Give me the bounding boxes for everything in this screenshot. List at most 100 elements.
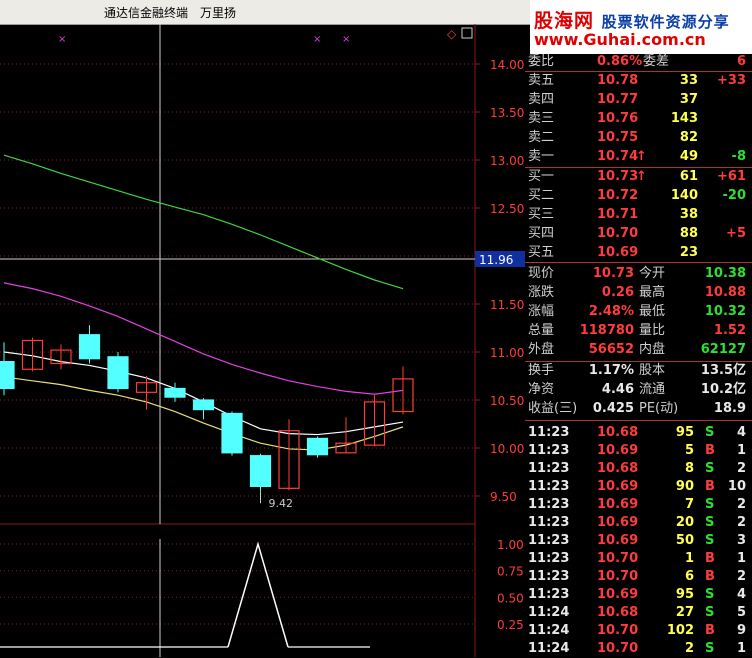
buy-row: 买五 10.69 23 — [525, 244, 752, 262]
tick-time: 11:24 — [528, 641, 570, 656]
tick-price: 10.69 — [597, 443, 639, 458]
tick-row: 11:24 10.68 27 S 5 — [525, 604, 752, 622]
tick-count: 2 — [736, 515, 746, 530]
signal-marker: × — [313, 34, 321, 45]
stat-value: 10.88 — [704, 285, 746, 300]
fund-label: 收益(三) — [528, 401, 578, 416]
tick-price: 10.69 — [597, 533, 639, 548]
sell-price: 10.77 — [597, 92, 639, 107]
tick-count: 4 — [736, 425, 746, 440]
stat-label: 内盘 — [639, 342, 666, 357]
tick-count: 1 — [736, 641, 746, 656]
tick-row: 11:23 10.69 90 B 10 — [525, 478, 752, 496]
quote-separator — [525, 262, 752, 263]
buy-row: 买三 10.71 38 — [525, 206, 752, 224]
fund-value: 13.5亿 — [700, 363, 746, 378]
tick-price: 10.69 — [597, 479, 639, 494]
tick-volume: 2 — [684, 641, 694, 656]
tick-side: S — [705, 641, 715, 656]
tick-price: 10.69 — [597, 515, 639, 530]
sell-price: 10.75 — [597, 130, 639, 145]
ma-line-magenta — [3, 282, 404, 395]
tick-volume: 90 — [675, 479, 694, 494]
indicator-tick-label: 1.00 — [497, 538, 524, 552]
fund-row: 净资 4.46 流通 10.2亿 — [525, 381, 752, 399]
candle-body — [164, 387, 186, 398]
tick-price: 10.70 — [597, 641, 639, 656]
indicator-tick-label: 0.50 — [497, 591, 524, 605]
indicator-peak-line — [227, 541, 289, 648]
tick-row: 11:23 10.68 8 S 2 — [525, 460, 752, 478]
price-tick-label: 9.50 — [490, 490, 517, 504]
sell-price: 10.76 — [597, 111, 639, 126]
buy-price: 10.71 — [597, 207, 639, 222]
tick-price: 10.69 — [597, 587, 639, 602]
sell-volume: 143 — [670, 111, 698, 126]
tick-time: 11:23 — [528, 443, 570, 458]
stat-label: 涨跌 — [528, 285, 555, 300]
buy-level-label: 买五 — [528, 245, 555, 260]
tick-row: 11:23 10.69 95 S 4 — [525, 586, 752, 604]
sell-level-label: 卖一 — [528, 149, 555, 164]
sell-volume: 37 — [679, 92, 698, 107]
sell-row: 卖二 10.75 82 — [525, 129, 752, 147]
watermark-logo: 股海网 股票软件资源分享 www.Guhai.com.cn — [530, 0, 752, 54]
tick-volume: 50 — [675, 533, 694, 548]
tick-side: S — [705, 605, 715, 620]
kline-chart[interactable]: 14.0013.5013.0012.5012.0011.5011.0010.50… — [0, 24, 525, 657]
stat-row: 现价 10.73 今开 10.38 — [525, 265, 752, 283]
tick-volume: 7 — [684, 497, 694, 512]
logo-url: www.Guhai.com.cn — [534, 30, 706, 49]
tick-count: 10 — [727, 479, 746, 494]
price-tick-label: 14.00 — [490, 58, 524, 72]
stat-value: 10.73 — [592, 266, 634, 281]
tick-row: 11:23 10.70 1 B 1 — [525, 550, 752, 568]
stat-label: 最低 — [639, 304, 666, 319]
fund-value: 1.17% — [588, 363, 634, 378]
stat-label: 今开 — [639, 266, 666, 281]
tick-row: 11:23 10.68 95 S 4 — [525, 424, 752, 442]
sell-volume: 33 — [679, 73, 698, 88]
fund-label: 净资 — [528, 382, 555, 397]
stat-value: 2.48% — [588, 304, 634, 319]
price-tick-label: 12.50 — [490, 202, 524, 216]
price-tick-label: 13.00 — [490, 154, 524, 168]
fund-row: 收益(三) 0.425 PE(动) 18.9 — [525, 400, 752, 418]
tick-side: S — [705, 515, 715, 530]
candle-body — [306, 437, 329, 456]
tick-time: 11:23 — [528, 551, 570, 566]
ma-line-white — [3, 351, 404, 436]
fund-value: 10.2亿 — [700, 382, 746, 397]
buy-volume: 23 — [679, 245, 698, 260]
tick-time: 11:23 — [528, 569, 570, 584]
sell-price: 10.74 — [597, 149, 639, 164]
indicator-tick-label: 0.25 — [497, 618, 524, 632]
stat-row: 涨幅 2.48% 最低 10.32 — [525, 303, 752, 321]
buy-volume: 88 — [679, 226, 698, 241]
price-tick-label: 11.50 — [490, 298, 524, 312]
tick-volume: 102 — [666, 623, 694, 638]
tick-count: 2 — [736, 461, 746, 476]
sell-volume: 49 — [679, 149, 698, 164]
buy-row: 买四 10.70 88 +5 — [525, 225, 752, 243]
sell-change: -8 — [731, 149, 746, 164]
tick-volume: 20 — [675, 515, 694, 530]
stat-value: 0.26 — [601, 285, 634, 300]
buy-row: 买一 10.73 ↑ 61 +61 — [525, 168, 752, 186]
buy-price: 10.73 — [597, 169, 639, 184]
tick-volume: 1 — [684, 551, 694, 566]
tick-time: 11:23 — [528, 461, 570, 476]
tick-count: 1 — [736, 443, 746, 458]
buy-level-label: 买四 — [528, 226, 555, 241]
tick-price: 10.68 — [597, 605, 639, 620]
tick-time: 11:23 — [528, 587, 570, 602]
candle-body — [249, 455, 272, 487]
fund-value: 4.46 — [601, 382, 634, 397]
tick-side: S — [705, 497, 715, 512]
order-diff-value: 6 — [736, 54, 746, 69]
price-tick-label: 10.00 — [490, 442, 524, 456]
stat-value: 118780 — [579, 323, 634, 338]
stat-label: 量比 — [639, 323, 666, 338]
stat-value: 56652 — [588, 342, 634, 357]
order-diff-label: 委差 — [643, 54, 670, 69]
